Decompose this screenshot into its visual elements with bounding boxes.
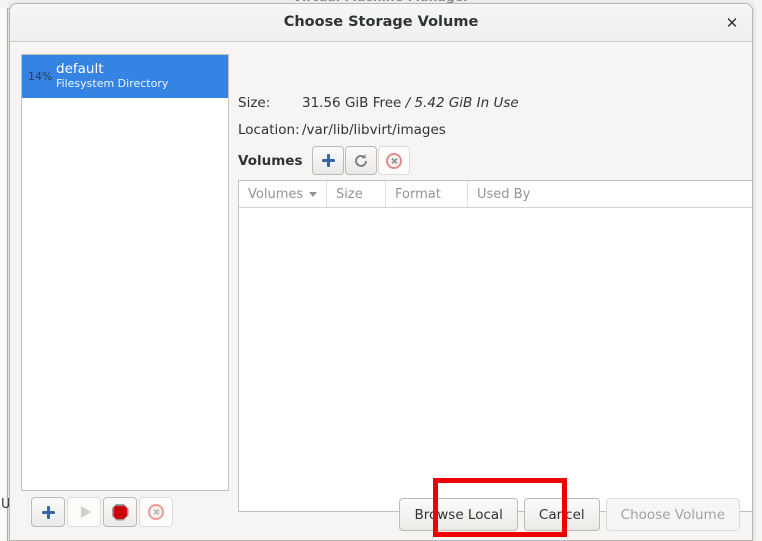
storage-pool-list[interactable]: 14% default Filesystem Directory [21, 54, 229, 491]
volumes-section-header: Volumes [238, 146, 410, 175]
background-window-left-edge [7, 8, 8, 541]
choose-storage-volume-dialog: Choose Storage Volume ✕ 14% default File… [9, 3, 753, 541]
cancel-button[interactable]: Cancel [524, 498, 600, 531]
background-window-close-icon[interactable]: ✕ [729, 0, 738, 1]
pool-name-label: default [56, 62, 168, 78]
size-free-value: 31.56 GiB Free [302, 95, 401, 111]
stop-icon [112, 504, 129, 521]
pool-usage-percent: 14% [28, 70, 56, 83]
size-value: 31.56 GiB Free / 5.42 GiB In Use [302, 95, 519, 111]
refresh-volumes-button[interactable] [345, 146, 377, 175]
storage-pool-toolbar [31, 497, 173, 527]
column-header-format[interactable]: Format [386, 181, 468, 207]
plus-icon [322, 154, 335, 167]
add-pool-button[interactable] [31, 497, 65, 527]
volumes-table-body[interactable] [239, 208, 753, 512]
delete-volume-button[interactable] [378, 146, 410, 175]
start-pool-button[interactable] [67, 497, 101, 527]
dialog-body: 14% default Filesystem Directory [10, 42, 752, 541]
dialog-title: Choose Storage Volume [10, 4, 752, 41]
plus-icon [42, 506, 55, 519]
volumes-table-header: Volumes Size Format Used By [239, 181, 753, 208]
pool-type-label: Filesystem Directory [56, 78, 168, 91]
close-icon[interactable]: ✕ [721, 12, 743, 34]
volumes-section-label: Volumes [238, 153, 302, 169]
dialog-titlebar: Choose Storage Volume ✕ [10, 4, 752, 42]
column-header-size[interactable]: Size [327, 181, 386, 207]
size-label: Size: [238, 95, 270, 111]
delete-pool-button[interactable] [139, 497, 173, 527]
location-label: Location: [238, 122, 300, 138]
delete-circle-icon [386, 153, 402, 169]
delete-circle-icon [148, 504, 164, 520]
stop-pool-button[interactable] [103, 497, 137, 527]
screen: Virtual Machine Manager ▣ ✕ U Choose Sto… [0, 0, 762, 541]
column-header-format-label: Format [395, 187, 441, 202]
refresh-icon [353, 153, 369, 169]
column-header-used-by[interactable]: Used By [468, 181, 753, 207]
dialog-action-buttons: Browse Local Cancel Choose Volume [399, 498, 740, 531]
volumes-toolbar [312, 146, 410, 175]
size-used-value: / 5.42 GiB In Use [406, 95, 519, 111]
pool-item-texts: default Filesystem Directory [56, 62, 168, 90]
pool-list-item-default[interactable]: 14% default Filesystem Directory [22, 55, 228, 98]
volumes-table[interactable]: Volumes Size Format Used By [238, 180, 753, 512]
background-window-left-shade [0, 8, 7, 541]
choose-volume-button[interactable]: Choose Volume [606, 498, 740, 531]
column-header-volumes-label: Volumes [248, 187, 303, 202]
play-icon [81, 506, 91, 518]
background-window-menu-icon[interactable]: ▣ [695, 0, 705, 1]
browse-local-button[interactable]: Browse Local [399, 498, 517, 531]
pool-details-panel: Size: 31.56 GiB Free / 5.42 GiB In Use L… [238, 42, 753, 541]
column-header-volumes[interactable]: Volumes [239, 181, 327, 207]
chevron-down-icon [309, 192, 317, 197]
column-header-size-label: Size [336, 187, 363, 202]
location-value: /var/lib/libvirt/images [302, 122, 446, 138]
column-header-used-by-label: Used By [477, 187, 530, 202]
add-volume-button[interactable] [312, 146, 344, 175]
